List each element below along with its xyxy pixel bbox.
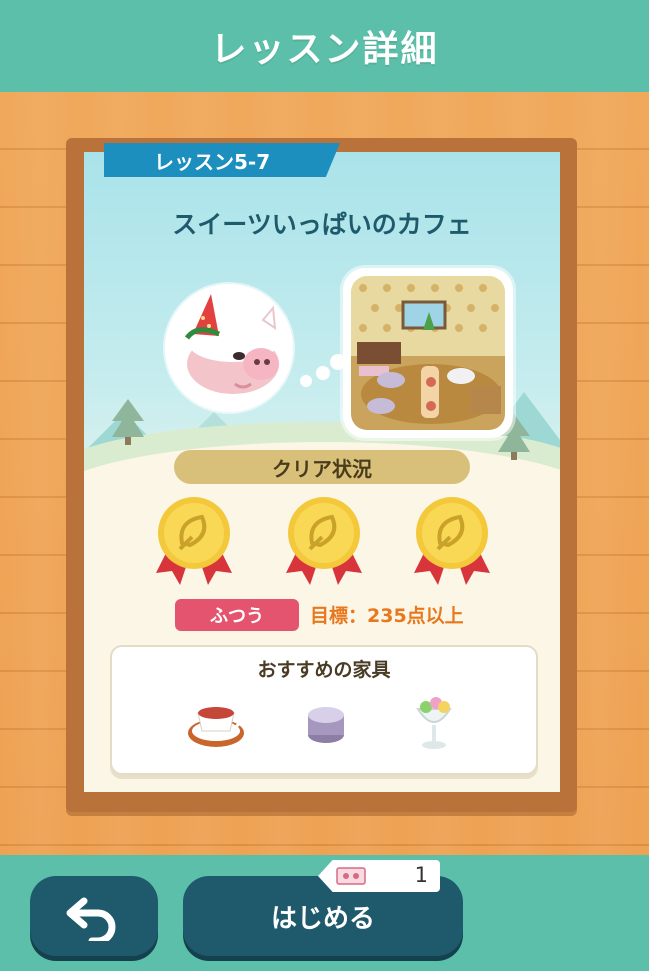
lesson-number-tag: レッスン5-7 <box>104 143 340 177</box>
room-preview-image <box>351 276 505 430</box>
back-button[interactable] <box>30 876 158 956</box>
pine-tree-icon <box>112 399 144 445</box>
lesson-title: スイーツいっぱいのカフェ <box>172 210 472 239</box>
leaf-medal-icon <box>156 497 232 585</box>
recommended-title: おすすめの家具 <box>257 659 391 681</box>
lesson-number: レッスン5-7 <box>154 149 271 174</box>
goal-score: 目標：235点以上 <box>310 605 464 627</box>
ticket-count: 1 <box>414 863 428 887</box>
cafe-room-illustration <box>351 276 505 430</box>
difficulty-label: ふつう <box>210 606 264 627</box>
leaf-medal-icon <box>414 497 490 585</box>
start-button-label: はじめる <box>270 903 375 934</box>
parfait-icon[interactable] <box>402 695 466 755</box>
thought-bubble-dot <box>300 375 312 387</box>
back-arrow-icon <box>66 897 116 941</box>
villager-avatar <box>165 284 293 412</box>
villager-portrait-icon <box>184 294 279 394</box>
recommended-furniture-box: おすすめの家具 <box>110 645 538 775</box>
ticket-icon <box>336 867 366 885</box>
leaf-medal-icon <box>286 497 362 585</box>
difficulty-badge: ふつう <box>175 599 299 631</box>
ticket-counter: 1 <box>318 860 440 892</box>
clear-status-text: クリア状況 <box>272 456 372 481</box>
cushion-icon[interactable] <box>294 695 358 755</box>
page-title: レッスン詳細 <box>210 29 439 70</box>
thought-bubble-dot <box>316 366 330 380</box>
clear-status-label: クリア状況 <box>174 450 470 484</box>
room-preview-frame <box>343 268 513 438</box>
header-bar: レッスン詳細 <box>0 0 649 92</box>
teacup-icon[interactable] <box>184 695 248 755</box>
